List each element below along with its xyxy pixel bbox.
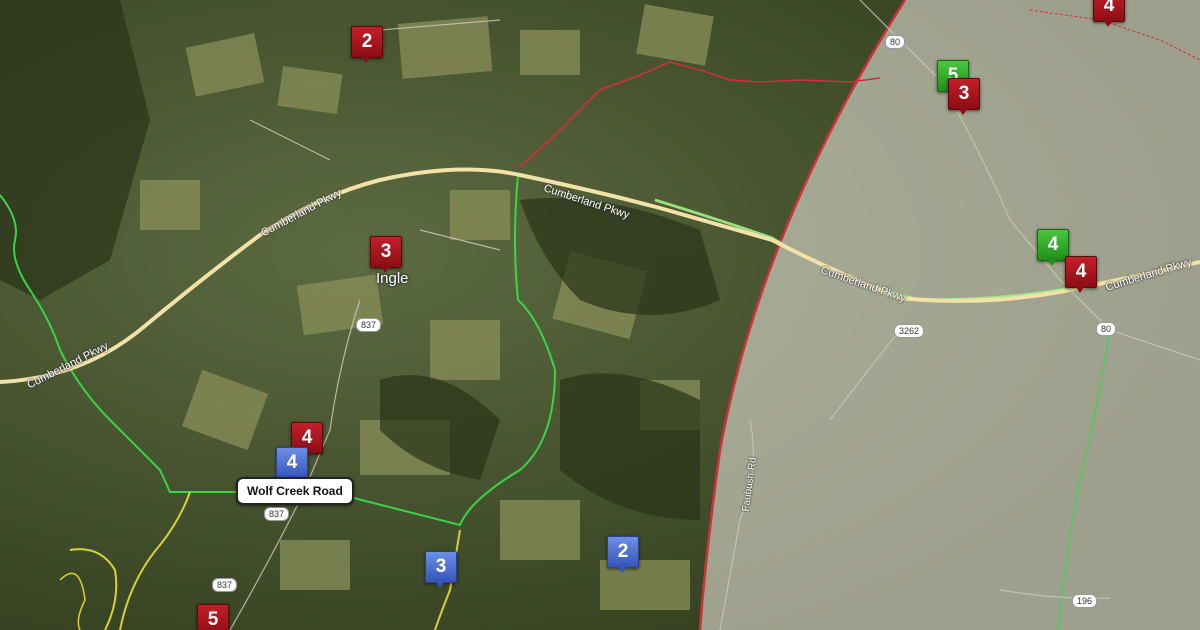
route-shield: 3262: [894, 324, 925, 338]
map-marker[interactable]: 4: [1037, 229, 1069, 267]
route-shield: 196: [1072, 594, 1098, 608]
map-marker[interactable]: 4: [1065, 256, 1097, 294]
map-marker[interactable]: 2: [607, 536, 639, 574]
map-marker[interactable]: 3: [370, 236, 402, 274]
map-view[interactable]: Cumberland Pkwy Cumberland Pkwy Cumberla…: [0, 0, 1200, 630]
road-callout[interactable]: Wolf Creek Road: [236, 477, 354, 505]
route-shield: 80: [1096, 322, 1117, 336]
route-shield: 837: [212, 578, 238, 592]
route-shield: 837: [356, 318, 382, 332]
map-marker[interactable]: 3: [425, 551, 457, 589]
map-marker[interactable]: 4: [1093, 0, 1125, 28]
route-shield: 80: [885, 35, 906, 49]
map-marker[interactable]: 5: [197, 604, 229, 630]
route-shield: 837: [264, 507, 290, 521]
map-marker[interactable]: 2: [351, 26, 383, 64]
satellite-basemap: [0, 0, 1200, 630]
map-marker[interactable]: 3: [948, 78, 980, 116]
